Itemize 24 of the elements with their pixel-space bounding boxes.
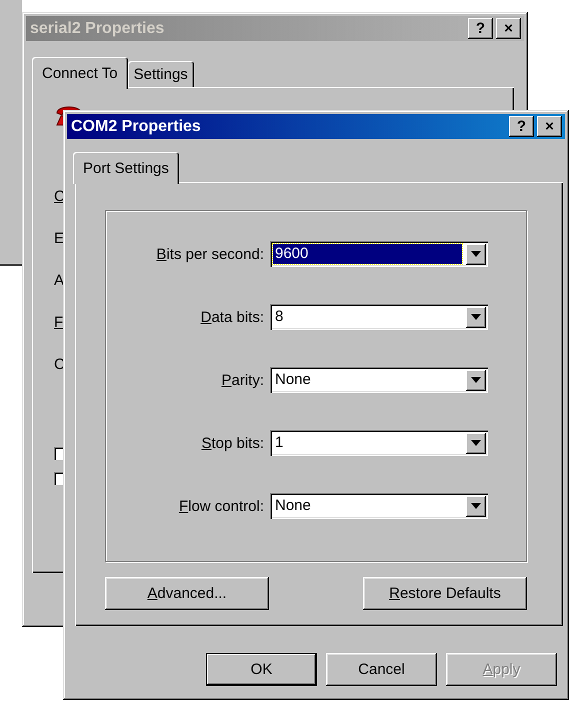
label-text: A [54, 271, 64, 291]
dialog-button[interactable]: Advanced... [105, 577, 269, 610]
dialog-button[interactable]: Cancel [326, 653, 437, 686]
field-label: Bits per second: [156, 246, 264, 262]
tab[interactable]: Settings [128, 61, 194, 87]
close-button[interactable]: × [537, 116, 562, 137]
dropdown-field[interactable]: None [270, 493, 488, 519]
dialog-button[interactable]: Restore Defaults [363, 577, 527, 610]
help-button[interactable]: ? [509, 116, 534, 137]
window-title: serial2 Properties [30, 20, 164, 38]
dialog-button[interactable]: OK [206, 653, 317, 686]
window-title: COM2 Properties [71, 118, 201, 136]
dropdown-field[interactable]: 1 [270, 430, 488, 456]
field-label: Parity: [221, 372, 264, 388]
tab[interactable]: Port Settings [73, 152, 179, 184]
label-text: F [54, 313, 64, 333]
label-text: E [54, 229, 64, 249]
dropdown-field[interactable]: 8 [270, 304, 488, 330]
field-label: Data bits: [200, 308, 264, 326]
field-label: Flow control: [178, 498, 264, 514]
field-label: Stop bits: [201, 434, 264, 452]
dropdown-field[interactable]: None [270, 367, 488, 393]
tab[interactable]: Connect To [32, 57, 128, 89]
dropdown-field[interactable]: 9600 [270, 241, 488, 267]
